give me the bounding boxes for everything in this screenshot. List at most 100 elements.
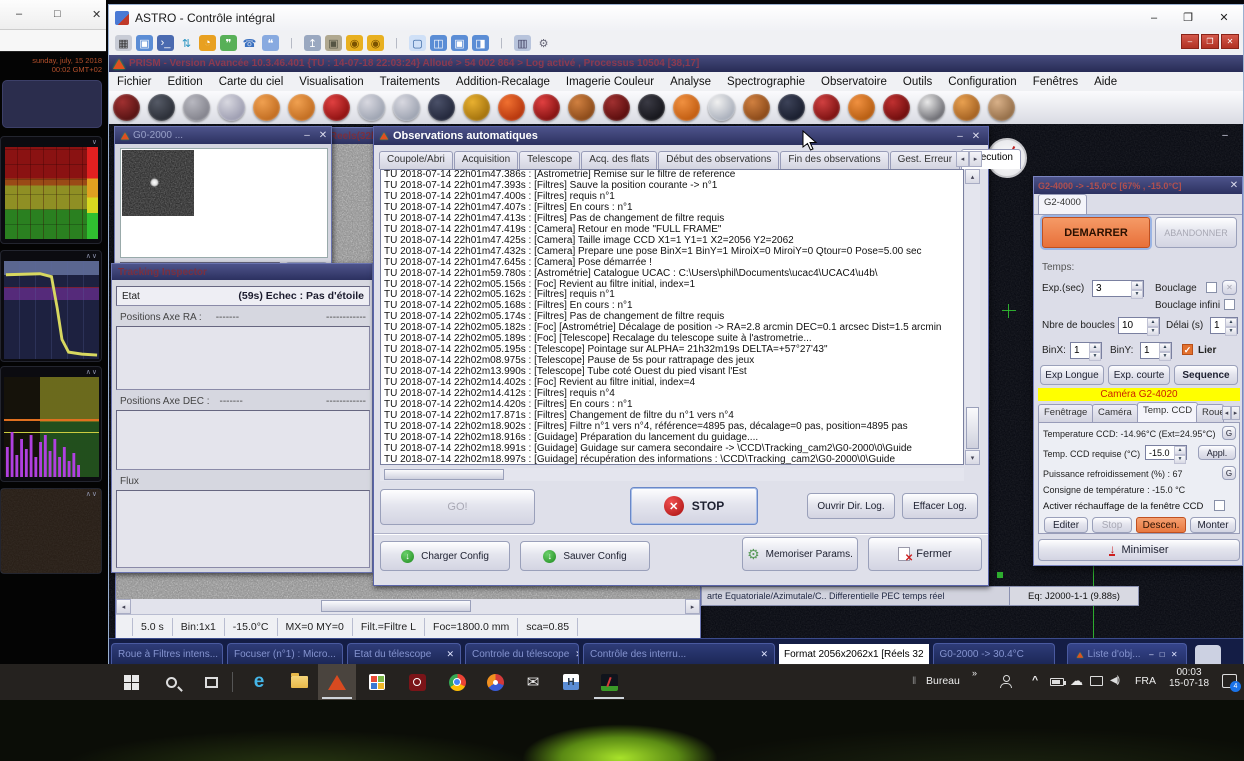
task-view-icon[interactable] bbox=[192, 664, 230, 700]
notification-center-icon[interactable]: 4 bbox=[1222, 674, 1237, 688]
tab-scroll-right[interactable]: ▸ bbox=[1231, 406, 1240, 420]
toolbar-icon[interactable]: ▣ bbox=[136, 35, 153, 51]
menu-item[interactable]: Traitements bbox=[372, 76, 448, 88]
temp-req-spinner[interactable]: -15.0▲▼ bbox=[1145, 445, 1187, 460]
stop-temp-button[interactable]: Stop bbox=[1092, 517, 1132, 533]
toolbar-big-icon[interactable] bbox=[638, 94, 665, 121]
minimized-window-tab[interactable]: Contrôle des interru...✕ bbox=[583, 643, 775, 665]
tab-coupole-abri[interactable]: Coupole/Abri bbox=[379, 151, 453, 169]
toolbar-icon[interactable]: ↥ bbox=[304, 35, 321, 51]
toolbar-big-icon[interactable] bbox=[393, 94, 420, 121]
volume-icon[interactable]: ◀) bbox=[1110, 675, 1119, 686]
toolbar-icon[interactable]: ❞ bbox=[220, 35, 237, 51]
toolbar-big-icon[interactable] bbox=[533, 94, 560, 121]
minimized-window-tab[interactable]: Focuser (n°1) : Micro...✕ bbox=[227, 643, 343, 665]
tray-expand-icon[interactable]: ^ bbox=[1032, 674, 1038, 686]
close-icon[interactable]: ✕ bbox=[569, 649, 579, 660]
close-button[interactable]: ✕ bbox=[1226, 180, 1242, 191]
power-app-icon[interactable] bbox=[398, 664, 436, 700]
editer-button[interactable]: Editer bbox=[1044, 517, 1088, 533]
tab-gest-erreur[interactable]: Gest. Erreur bbox=[890, 151, 960, 169]
people-icon[interactable] bbox=[1000, 675, 1012, 688]
sauver-config-button[interactable]: ↓ Sauver Config bbox=[520, 541, 650, 571]
tab-camera[interactable]: Caméra bbox=[1092, 404, 1138, 422]
menu-item[interactable]: Imagerie Couleur bbox=[558, 76, 662, 88]
toolbar-icon[interactable]: | bbox=[388, 35, 405, 51]
fermer-button[interactable]: ✕ Fermer bbox=[868, 537, 982, 571]
close-icon[interactable]: ✕ bbox=[92, 8, 101, 21]
toolbar-icon[interactable]: ◫ bbox=[430, 35, 447, 51]
toolbar-big-icon[interactable] bbox=[323, 94, 350, 121]
g0-2000-tab[interactable]: G0-2000 -> 30.4°C bbox=[933, 643, 1055, 665]
maximize-button[interactable]: ❐ bbox=[1171, 5, 1205, 30]
close-icon[interactable]: ✕ bbox=[218, 649, 223, 660]
biny-spinner[interactable]: 1▲▼ bbox=[1140, 342, 1172, 359]
toolbar-icon[interactable]: ▢ bbox=[409, 35, 426, 51]
log-v-scrollbar[interactable]: ▴ ▾ bbox=[965, 169, 980, 465]
tab-scroll-left[interactable]: ◂ bbox=[956, 151, 969, 167]
minimiser-button[interactable]: ↓ Minimiser bbox=[1038, 539, 1240, 561]
toolbar-icon[interactable]: ❝ bbox=[262, 35, 279, 51]
rechauffage-checkbox[interactable] bbox=[1214, 500, 1225, 511]
collapse-icon[interactable]: ∧∨ bbox=[86, 252, 98, 260]
tab-debut-observations[interactable]: Début des observations bbox=[658, 151, 779, 169]
appl-button[interactable]: Appl. bbox=[1198, 445, 1236, 460]
file-explorer-icon[interactable] bbox=[280, 664, 318, 700]
toolbar-big-icon[interactable] bbox=[428, 94, 455, 121]
charger-config-button[interactable]: ↓ Charger Config bbox=[380, 541, 510, 571]
go-button[interactable]: GO! bbox=[380, 489, 535, 525]
v-scroll-thumb[interactable] bbox=[966, 407, 979, 449]
toolbar-icon[interactable]: | bbox=[493, 35, 510, 51]
log-h-scrollbar[interactable] bbox=[380, 468, 964, 481]
tab-fenetrage[interactable]: Fenêtrage bbox=[1038, 404, 1093, 422]
tab-stub[interactable] bbox=[1195, 645, 1221, 665]
toolbar-icon[interactable]: ◨ bbox=[472, 35, 489, 51]
exp-longue-button[interactable]: Exp Longue bbox=[1040, 365, 1104, 385]
minimize-icon[interactable]: – bbox=[16, 8, 22, 20]
mdi-minimize-button[interactable]: – bbox=[1181, 34, 1199, 49]
menu-item[interactable]: Spectrographie bbox=[719, 76, 813, 88]
toolbar-icon[interactable]: ◉ bbox=[346, 35, 363, 51]
bouclage-checkbox[interactable] bbox=[1206, 282, 1217, 293]
onedrive-cloud-icon[interactable]: ☁ bbox=[1070, 673, 1083, 689]
tab-scroll-right[interactable]: ▸ bbox=[969, 151, 982, 167]
liste-objets-tab[interactable]: Liste d'obj... – □ ✕ bbox=[1067, 643, 1187, 665]
skychart-app-icon[interactable] bbox=[590, 664, 628, 700]
close-icon[interactable]: ✕ bbox=[754, 649, 768, 660]
exp-courte-button[interactable]: Exp. courte bbox=[1108, 365, 1170, 385]
close-button[interactable]: ✕ bbox=[1207, 5, 1241, 30]
close-icon[interactable]: ✕ bbox=[440, 649, 454, 660]
tab-scroll-left[interactable]: ◂ bbox=[1222, 406, 1231, 420]
cancel-x-button[interactable]: ✕ bbox=[1222, 280, 1237, 295]
tab-roue[interactable]: Roue bbox=[1196, 404, 1224, 422]
lier-checkbox[interactable]: ✓ bbox=[1182, 344, 1193, 355]
toolbar-big-icon[interactable] bbox=[848, 94, 875, 121]
menu-item[interactable]: Outils bbox=[895, 76, 940, 88]
search-icon[interactable] bbox=[152, 664, 190, 700]
toolbar-big-icon[interactable] bbox=[603, 94, 630, 121]
menu-item[interactable]: Observatoire bbox=[813, 76, 895, 88]
g-button[interactable]: G bbox=[1222, 426, 1236, 440]
toolbar-icon[interactable]: ›_ bbox=[157, 35, 174, 51]
tab-temp-ccd[interactable]: Temp. CCD bbox=[1137, 402, 1198, 422]
minimize-button[interactable]: – bbox=[952, 131, 968, 142]
network-icon[interactable] bbox=[1090, 676, 1103, 686]
toolbar-big-icon[interactable] bbox=[813, 94, 840, 121]
h-scrollbar[interactable]: ◂ ▸ bbox=[116, 599, 700, 614]
toolbar-big-icon[interactable] bbox=[568, 94, 595, 121]
descendre-button[interactable]: Descen. bbox=[1136, 517, 1186, 533]
window-controls[interactable]: – □ ✕ bbox=[1149, 650, 1179, 659]
toolbar-icon[interactable]: | bbox=[283, 35, 300, 51]
exp-spinner[interactable]: 3▲▼ bbox=[1092, 280, 1144, 297]
minimized-window-tab[interactable]: Roue à Filtres intens...✕ bbox=[111, 643, 223, 665]
guide-star-thumbnail[interactable] bbox=[122, 150, 194, 216]
toolbar-chevron[interactable]: » bbox=[972, 668, 977, 678]
toolbar-big-icon[interactable] bbox=[743, 94, 770, 121]
toolbar-big-icon[interactable] bbox=[148, 94, 175, 121]
toolbar-big-icon[interactable] bbox=[253, 94, 280, 121]
toolbar-big-icon[interactable] bbox=[673, 94, 700, 121]
h-scroll-thumb[interactable] bbox=[384, 469, 504, 480]
tab-acq-flats[interactable]: Acq. des flats bbox=[581, 151, 657, 169]
toolbar-icon[interactable]: ◔ bbox=[199, 35, 216, 51]
binx-spinner[interactable]: 1▲▼ bbox=[1070, 342, 1102, 359]
